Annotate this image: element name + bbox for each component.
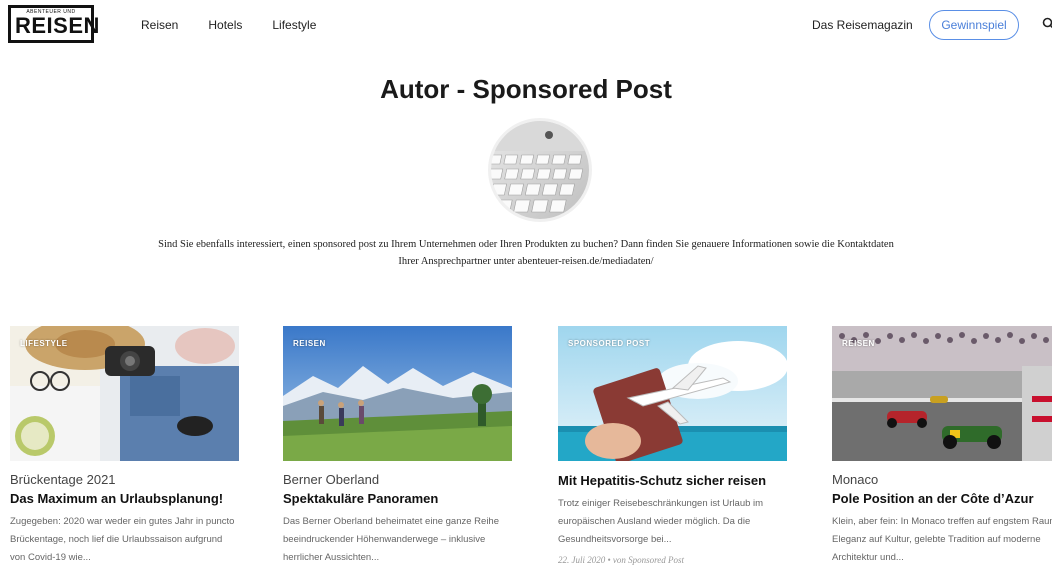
site-logo[interactable]: ABENTEUER UND REISEN [8, 5, 100, 43]
card-title[interactable]: Mit Hepatitis-Schutz sicher reisen [558, 473, 787, 488]
article-image-2[interactable]: REISEN [283, 326, 512, 461]
author-avatar [488, 118, 592, 222]
article-card-2[interactable]: REISEN Berner Oberland Spektakuläre Pano… [283, 326, 512, 574]
article-image-4[interactable]: REISEN [832, 326, 1052, 461]
card-kicker: Berner Oberland [283, 472, 380, 487]
article-image-3[interactable]: SPONSORED POST [558, 326, 787, 461]
page-title: Autor - Sponsored Post [380, 74, 672, 104]
intro-line-2: Ihrer Ansprechpartner unter abenteuer-re… [398, 256, 654, 267]
article-card-4[interactable]: REISEN Monaco Pole Position an der Côte … [832, 326, 1052, 574]
nav-item-lifestyle[interactable]: Lifestyle [272, 18, 316, 32]
card-category[interactable]: SPONSORED POST [568, 339, 650, 348]
keyboard-photo-icon [491, 121, 589, 219]
logo-wordmark: REISEN [15, 13, 100, 38]
card-title[interactable]: Spektakuläre Panoramen [283, 491, 512, 506]
card-kicker: Brückentage 2021 [10, 472, 116, 487]
article-card-3[interactable]: SPONSORED POST Mit Hepatitis-Schutz sich… [558, 326, 787, 574]
magazine-link[interactable]: Das Reisemagazin [812, 18, 913, 32]
site-header: ABENTEUER UND REISEN Reisen Hotels Lifes… [0, 0, 1052, 52]
article-image-1[interactable]: LIFESTYLE [10, 326, 239, 461]
contest-button[interactable]: Gewinnspiel [929, 10, 1019, 40]
card-category[interactable]: LIFESTYLE [20, 339, 68, 348]
card-excerpt: Das Berner Oberland beheimatet eine ganz… [283, 516, 499, 563]
card-kicker: Monaco [832, 472, 879, 487]
card-excerpt: Trotz einiger Reisebeschränkungen ist Ur… [558, 498, 764, 545]
card-title[interactable]: Das Maximum an Urlaubsplanung! [10, 491, 239, 506]
card-excerpt: Klein, aber fein: In Monaco treffen auf … [832, 516, 1052, 563]
card-category[interactable]: REISEN [842, 339, 875, 348]
card-excerpt: Zugegeben: 2020 war weder ein gutes Jahr… [10, 516, 235, 563]
nav-item-hotels[interactable]: Hotels [208, 18, 242, 32]
article-card-1[interactable]: LIFESTYLE Brückentage 2021 Das Maximum a… [10, 326, 239, 574]
nav-item-reisen[interactable]: Reisen [141, 18, 178, 32]
card-title[interactable]: Pole Position an der Côte d’Azur [832, 491, 1052, 506]
intro-text: Sind Sie ebenfalls interessiert, einen s… [80, 236, 972, 270]
intro-line-1: Sind Sie ebenfalls interessiert, einen s… [158, 239, 894, 250]
card-meta: 22. Juli 2020 • von Sponsored Post [558, 555, 685, 565]
card-category[interactable]: REISEN [293, 339, 326, 348]
search-icon[interactable] [1042, 17, 1052, 31]
main-nav: Reisen Hotels Lifestyle [141, 18, 346, 32]
